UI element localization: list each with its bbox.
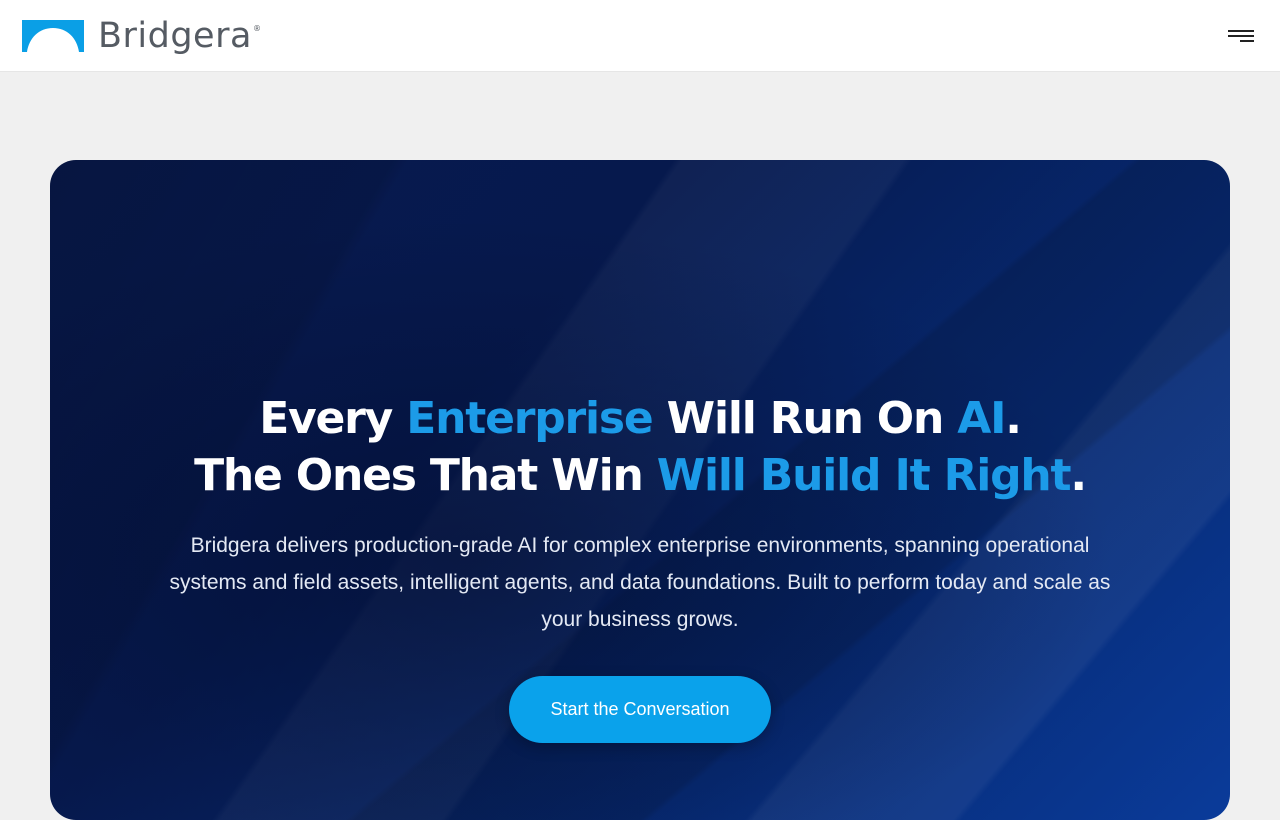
site-header: Bridgera ®: [0, 0, 1280, 72]
hero-description: Bridgera delivers production-grade AI fo…: [169, 534, 1111, 631]
hamburger-menu-icon[interactable]: [1226, 26, 1258, 48]
hero-banner: Every Enterprise Will Run On AI. The One…: [50, 160, 1230, 820]
brand-logo[interactable]: Bridgera ®: [22, 16, 261, 56]
start-conversation-button[interactable]: Start the Conversation: [509, 676, 771, 743]
bridge-arch-icon: [22, 20, 84, 52]
brand-name: Bridgera: [98, 16, 252, 56]
hero-headline: Every Enterprise Will Run On AI. The One…: [194, 393, 1087, 501]
registered-trademark: ®: [252, 24, 261, 33]
